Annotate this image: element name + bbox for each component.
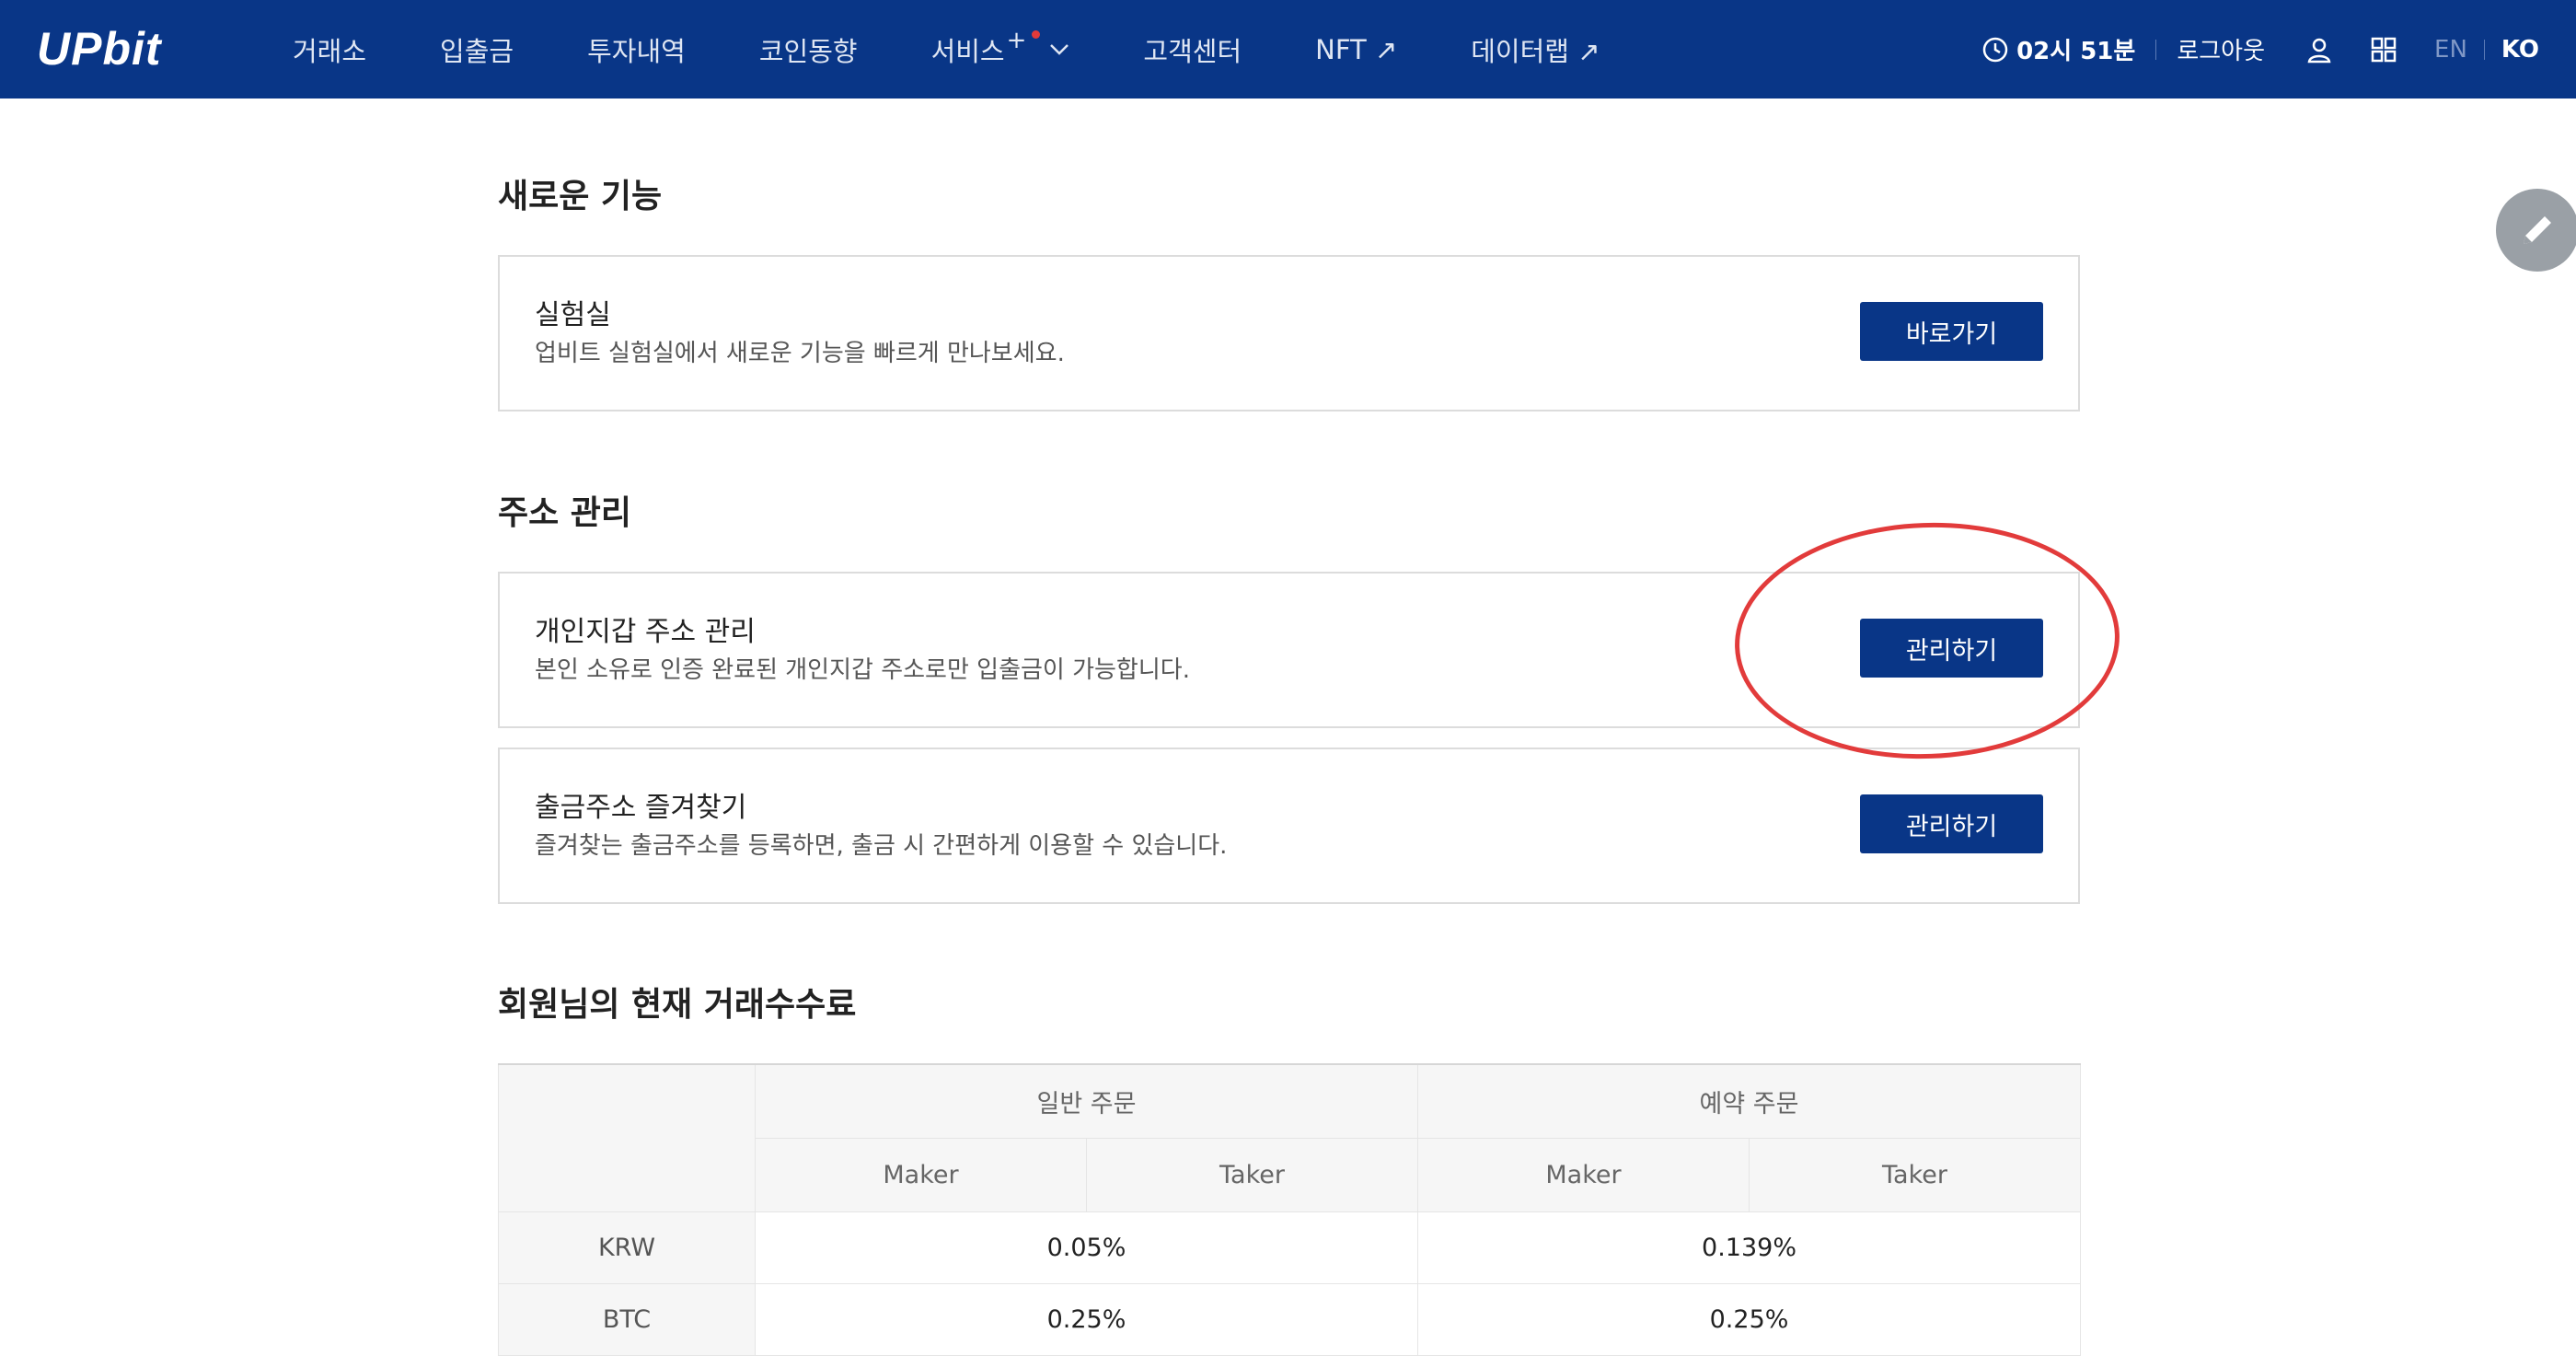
card-description: 본인 소유로 인증 완료된 개인지갑 주소로만 입출금이 가능합니다.: [535, 656, 1190, 684]
card-title: 출금주소 즐겨찾기: [535, 792, 747, 824]
services-plus-mark: +: [1006, 26, 1027, 54]
taker-header: Taker: [1749, 1137, 2082, 1212]
manage-personal-wallet-button[interactable]: 관리하기: [1860, 619, 2043, 678]
floating-edit-button[interactable]: [2496, 189, 2576, 272]
card-title: 개인지갑 주소 관리: [535, 616, 756, 648]
manage-withdraw-favorites-button[interactable]: 관리하기: [1860, 794, 2043, 853]
personal-wallet-card: 개인지갑 주소 관리 본인 소유로 인증 완료된 개인지갑 주소로만 입출금이 …: [498, 572, 2080, 728]
normal-fee-cell: 0.25%: [754, 1282, 1419, 1356]
fee-table: 일반 주문 예약 주문 Maker Taker Maker Taker KRW …: [498, 1063, 2082, 1356]
market-cell: BTC: [498, 1282, 756, 1356]
withdraw-favorites-card: 출금주소 즐겨찾기 즐겨찾는 출금주소를 등록하면, 출금 시 간편하게 이용할…: [498, 748, 2080, 904]
go-to-lab-button[interactable]: 바로가기: [1860, 302, 2043, 361]
clock-icon: [1982, 37, 2008, 62]
main-nav: 거래소 입출금 투자내역 코인동향 서비스 + 고객센터 NFT ↗ 데이터랩 …: [293, 0, 1674, 99]
nav-customer-center[interactable]: 고객센터: [1143, 30, 1242, 69]
section-title-address: 주소 관리: [498, 494, 632, 532]
section-title-new-features: 새로운 기능: [498, 178, 663, 215]
language-ko[interactable]: KO: [2501, 36, 2539, 64]
upbit-logo[interactable]: UPbit: [37, 22, 162, 75]
market-cell: KRW: [498, 1211, 756, 1284]
nav-services[interactable]: 서비스 +: [931, 26, 1070, 69]
nav-nft[interactable]: NFT ↗: [1315, 34, 1397, 65]
table-row: KRW 0.05% 0.139%: [498, 1211, 2082, 1284]
nav-coin-trends[interactable]: 코인동향: [759, 30, 858, 69]
divider: [2155, 39, 2157, 60]
reserved-order-header: 예약 주문: [1417, 1063, 2082, 1139]
new-badge-dot: [1032, 30, 1041, 39]
card-description: 즐겨찾는 출금주소를 등록하면, 출금 시 간편하게 이용할 수 있습니다.: [535, 832, 1228, 860]
pencil-icon: [2524, 216, 2551, 244]
card-description: 업비트 실험실에서 새로운 기능을 빠르게 만나보세요.: [535, 340, 1065, 367]
grid-icon: [2371, 37, 2397, 62]
lab-card: 실험실 업비트 실험실에서 새로운 기능을 빠르게 만나보세요. 바로가기: [498, 255, 2080, 411]
nav-exchange[interactable]: 거래소: [293, 30, 366, 69]
table-row: BTC 0.25% 0.25%: [498, 1282, 2082, 1356]
nav-deposit-withdraw[interactable]: 입출금: [440, 30, 514, 69]
normal-fee-cell: 0.05%: [754, 1211, 1419, 1284]
session-timer[interactable]: 02시 51분: [1981, 32, 2135, 66]
user-icon: [2307, 38, 2331, 63]
market-header-cell: [498, 1063, 756, 1212]
header-utilities: 02시 51분 로그아웃 EN KO: [1981, 0, 2539, 99]
card-title: 실험실: [535, 299, 611, 331]
language-en[interactable]: EN: [2434, 36, 2467, 64]
app-menu-button[interactable]: [2370, 36, 2397, 64]
nav-investments[interactable]: 투자내역: [587, 30, 686, 69]
my-page-button[interactable]: [2305, 36, 2333, 64]
logout-button[interactable]: 로그아웃: [2177, 32, 2265, 66]
top-nav-bar: UPbit 거래소 입출금 투자내역 코인동향 서비스 + 고객센터 NFT ↗…: [0, 0, 2576, 99]
normal-order-header: 일반 주문: [754, 1063, 1419, 1139]
chevron-down-icon: [1050, 43, 1069, 55]
maker-header: Maker: [1417, 1137, 1750, 1212]
nav-datalab[interactable]: 데이터랩 ↗: [1471, 30, 1600, 69]
divider: [2483, 39, 2485, 60]
reserved-fee-cell: 0.139%: [1417, 1211, 2082, 1284]
table-header-row: 일반 주문 예약 주문: [498, 1063, 2082, 1212]
reserved-fee-cell: 0.25%: [1417, 1282, 2082, 1356]
taker-header: Taker: [1085, 1137, 1419, 1212]
maker-header: Maker: [755, 1137, 1087, 1212]
section-title-fees: 회원님의 현재 거래수수료: [498, 986, 857, 1024]
session-time-text: 02시 51분: [2016, 38, 2136, 65]
